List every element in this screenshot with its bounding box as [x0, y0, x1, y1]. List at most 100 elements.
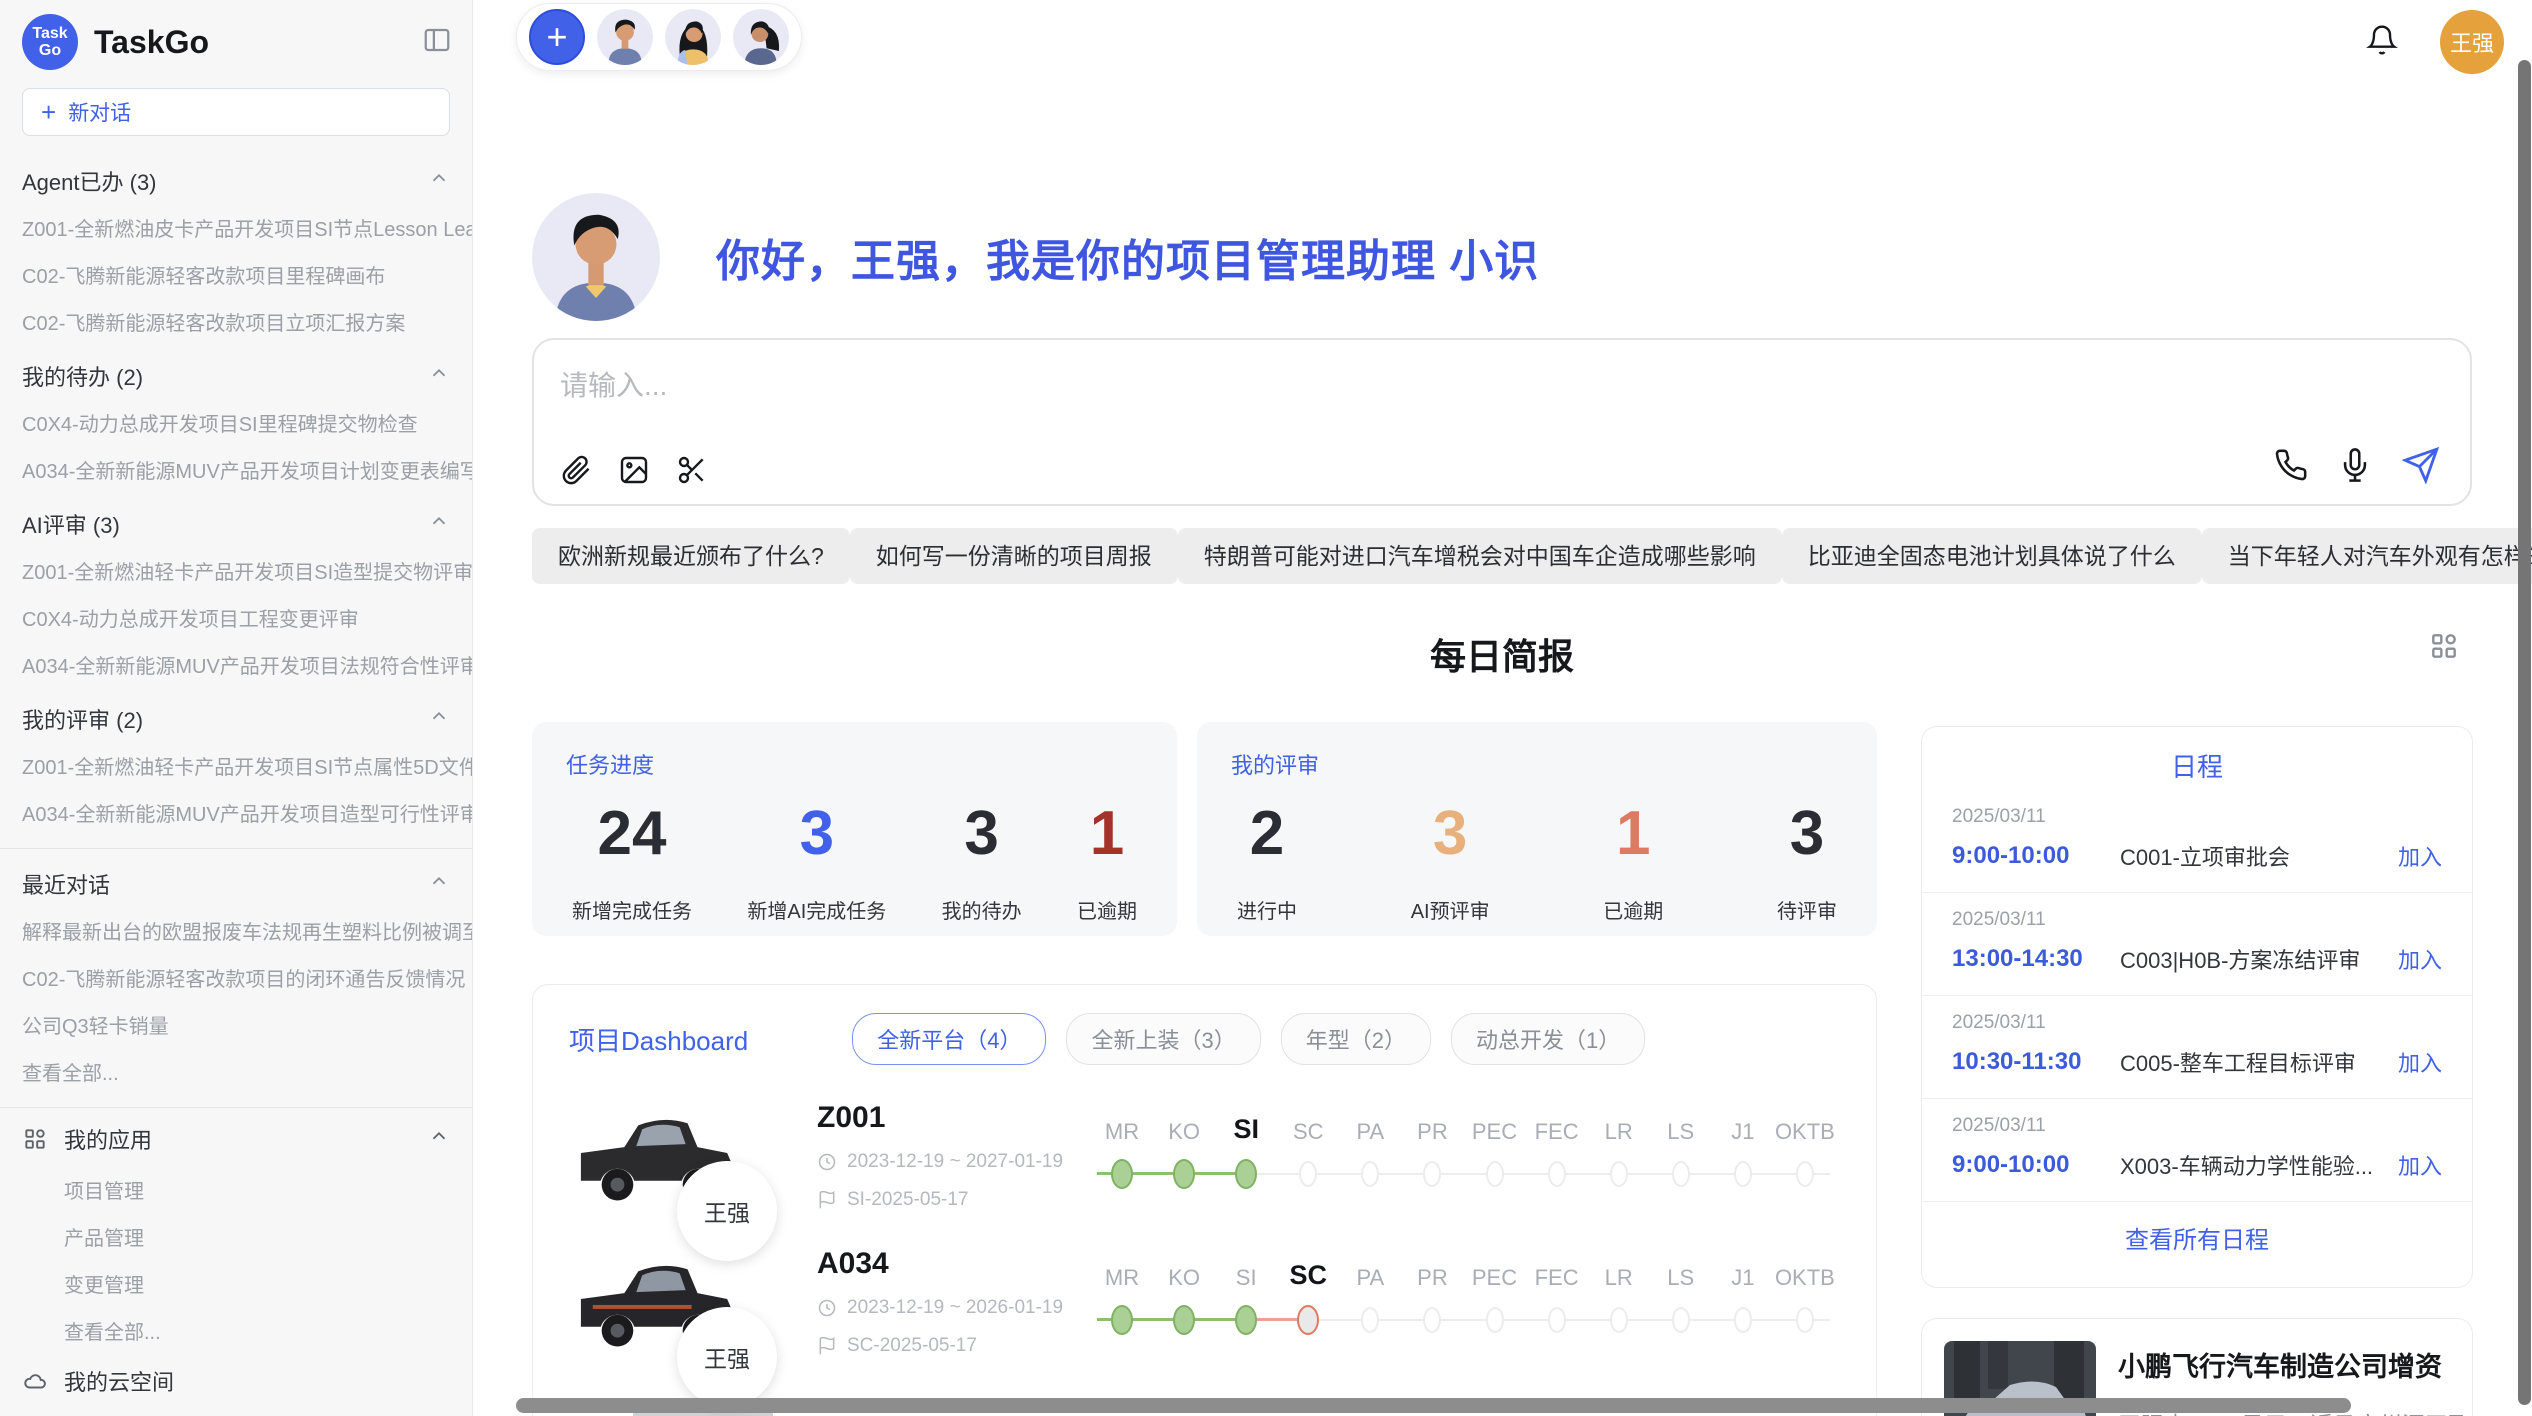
sidebar-task-item[interactable]: A034-全新新能源MUV产品开发项目计划变更表编写 [0, 446, 472, 493]
schedule-line: 9:00-10:00 C001-立项审批会 加入 [1952, 840, 2442, 872]
section-ai-review[interactable]: AI评审 (3) [0, 493, 472, 547]
schedule-entry: 2025/03/11 9:00-10:00 C001-立项审批会 加入 [1922, 790, 2472, 893]
milestone-dot[interactable] [1235, 1305, 1257, 1335]
assistant-avatar-1[interactable] [597, 9, 653, 65]
milestone-dot[interactable] [1173, 1159, 1195, 1189]
milestone-dot[interactable] [1796, 1161, 1814, 1187]
suggestion-chip[interactable]: 欧洲新规最近颁布了什么? [532, 528, 850, 584]
project-info: Z001 2023-12-19 ~ 2027-01-19 SI-2025-05-… [817, 1101, 1067, 1211]
sidebar-task-item[interactable]: A034-全新新能源MUV产品开发项目造型可行性评审 [0, 789, 472, 836]
assistant-avatar-3[interactable] [733, 9, 789, 65]
new-chat-button[interactable]: + 新对话 [22, 88, 450, 136]
recent-chat-item[interactable]: C02-飞腾新能源轻客改款项目的闭环通告反馈情况 [0, 954, 472, 1001]
chevron-up-icon[interactable] [428, 362, 450, 390]
milestone-dot[interactable] [1486, 1307, 1504, 1333]
sidebar-task-item[interactable]: Z001-全新燃油轻卡产品开发项目SI造型提交物评审 [0, 547, 472, 594]
sidebar-task-item[interactable]: A034-全新新能源MUV产品开发项目法规符合性评审 [0, 641, 472, 688]
dashboard-tab[interactable]: 动总开发（1） [1451, 1013, 1645, 1065]
project-row-z001[interactable]: 王强 Z001 2023-12-19 ~ 2027-01-19 SI-2025-… [533, 1075, 1876, 1221]
suggestion-chip[interactable]: 如何写一份清晰的项目周报 [850, 528, 1178, 584]
join-link[interactable]: 加入 [2398, 1046, 2442, 1078]
dashboard-tab[interactable]: 全新上装（3） [1066, 1013, 1260, 1065]
sidebar-task-item[interactable]: Z001-全新燃油皮卡产品开发项目SI节点Lesson Learn报告 [0, 204, 472, 251]
milestone-dot[interactable] [1111, 1305, 1133, 1335]
milestone-dot[interactable] [1734, 1307, 1752, 1333]
milestone-label-cell: PEC [1463, 1265, 1525, 1291]
section-my-review[interactable]: 我的评审 (2) [0, 688, 472, 742]
collapse-sidebar-icon[interactable] [422, 25, 452, 60]
milestone-dot[interactable] [1486, 1161, 1504, 1187]
quick-access-pill: + [516, 3, 802, 71]
join-link[interactable]: 加入 [2398, 840, 2442, 872]
chevron-up-icon[interactable] [428, 167, 450, 195]
user-avatar[interactable]: 王强 [2440, 10, 2504, 74]
suggestion-chip[interactable]: 当下年轻人对汽车外观有怎样的喜好趋势 [2202, 528, 2532, 584]
milestone-dot-cell [1463, 1291, 1525, 1349]
chevron-up-icon[interactable] [428, 870, 450, 898]
dashboard-tab[interactable]: 全新平台（4） [852, 1013, 1046, 1065]
app-sub-item[interactable]: 变更管理 [0, 1260, 472, 1307]
image-icon[interactable] [618, 454, 650, 486]
milestone-dot[interactable] [1610, 1307, 1628, 1333]
microphone-icon[interactable] [2338, 448, 2372, 482]
sidebar-task-item[interactable]: C0X4-动力总成开发项目SI里程碑提交物检查 [0, 399, 472, 446]
section-recent-chats[interactable]: 最近对话 [0, 853, 472, 907]
milestone-dot[interactable] [1361, 1161, 1379, 1187]
view-all-schedule-link[interactable]: 查看所有日程 [1922, 1202, 2472, 1273]
sidebar-task-item[interactable]: Z001-全新燃油轻卡产品开发项目SI节点属性5D文件评审 [0, 742, 472, 789]
sidebar-task-item[interactable]: C02-飞腾新能源轻客改款项目里程碑画布 [0, 251, 472, 298]
recent-chat-item[interactable]: 公司Q3轻卡销量 [0, 1001, 472, 1048]
milestone-dot[interactable] [1361, 1307, 1379, 1333]
paperclip-icon[interactable] [560, 454, 592, 486]
scissors-icon[interactable] [676, 454, 708, 486]
chat-input[interactable] [560, 364, 1760, 424]
project-date-range: 2023-12-19 ~ 2026-01-19 [847, 1297, 1063, 1319]
milestone-dot[interactable] [1299, 1161, 1317, 1187]
suggestion-chip[interactable]: 特朗普可能对进口汽车增税会对中国车企造成哪些影响 [1178, 528, 1782, 584]
milestone-label-cell: MR [1091, 1265, 1153, 1291]
section-agent-done[interactable]: Agent已办 (3) [0, 150, 472, 204]
milestone-dot[interactable] [1672, 1161, 1690, 1187]
milestone-dot[interactable] [1672, 1307, 1690, 1333]
milestone-dot[interactable] [1423, 1161, 1441, 1187]
join-link[interactable]: 加入 [2398, 943, 2442, 975]
app-sub-item[interactable]: 项目管理 [0, 1166, 472, 1213]
milestone-dot[interactable] [1548, 1307, 1566, 1333]
add-assistant-button[interactable]: + [529, 9, 585, 65]
milestone-dot[interactable] [1297, 1305, 1319, 1335]
sidebar-task-item[interactable]: C02-飞腾新能源轻客改款项目立项汇报方案 [0, 298, 472, 345]
phone-icon[interactable] [2274, 448, 2308, 482]
chevron-up-icon[interactable] [428, 705, 450, 733]
sidebar-item-my-apps[interactable]: 我的应用 [0, 1112, 472, 1166]
milestone-dot[interactable] [1235, 1159, 1257, 1189]
milestone-dot-cell [1712, 1291, 1774, 1349]
recent-chat-item[interactable]: 解释最新出台的欧盟报废车法规再生塑料比例被调至15%... [0, 907, 472, 954]
milestone-dot[interactable] [1548, 1161, 1566, 1187]
assistant-avatar-2[interactable] [665, 9, 721, 65]
horizontal-scrollbar[interactable] [516, 1398, 2351, 1413]
app-sub-item[interactable]: 产品管理 [0, 1213, 472, 1260]
project-owner-badge: 王强 [677, 1307, 777, 1407]
sidebar-item-favorites[interactable]: 我的收藏 [0, 1408, 472, 1416]
send-icon[interactable] [2402, 446, 2440, 484]
vertical-scrollbar[interactable] [2518, 60, 2531, 1405]
milestone-dot[interactable] [1796, 1307, 1814, 1333]
milestone-dot[interactable] [1423, 1307, 1441, 1333]
section-my-todo[interactable]: 我的待办 (2) [0, 345, 472, 399]
notification-bell-icon[interactable] [2366, 24, 2398, 61]
sidebar-item-cloud-space[interactable]: 我的云空间 [0, 1354, 472, 1408]
new-chat-label: 新对话 [68, 97, 131, 127]
chevron-up-icon[interactable] [428, 510, 450, 538]
sidebar-task-item[interactable]: C0X4-动力总成开发项目工程变更评审 [0, 594, 472, 641]
milestone-dot[interactable] [1610, 1161, 1628, 1187]
join-link[interactable]: 加入 [2398, 1149, 2442, 1181]
milestone-dot[interactable] [1111, 1159, 1133, 1189]
suggestion-chip[interactable]: 比亚迪全固态电池计划具体说了什么 [1782, 528, 2202, 584]
dashboard-tab[interactable]: 年型（2） [1281, 1013, 1431, 1065]
layout-grid-icon[interactable] [2428, 630, 2460, 667]
app-sub-item[interactable]: 查看全部... [0, 1307, 472, 1354]
milestone-dot[interactable] [1734, 1161, 1752, 1187]
milestone-dot[interactable] [1173, 1305, 1195, 1335]
chevron-up-icon[interactable] [428, 1125, 450, 1153]
recent-chat-item[interactable]: 查看全部... [0, 1048, 472, 1095]
